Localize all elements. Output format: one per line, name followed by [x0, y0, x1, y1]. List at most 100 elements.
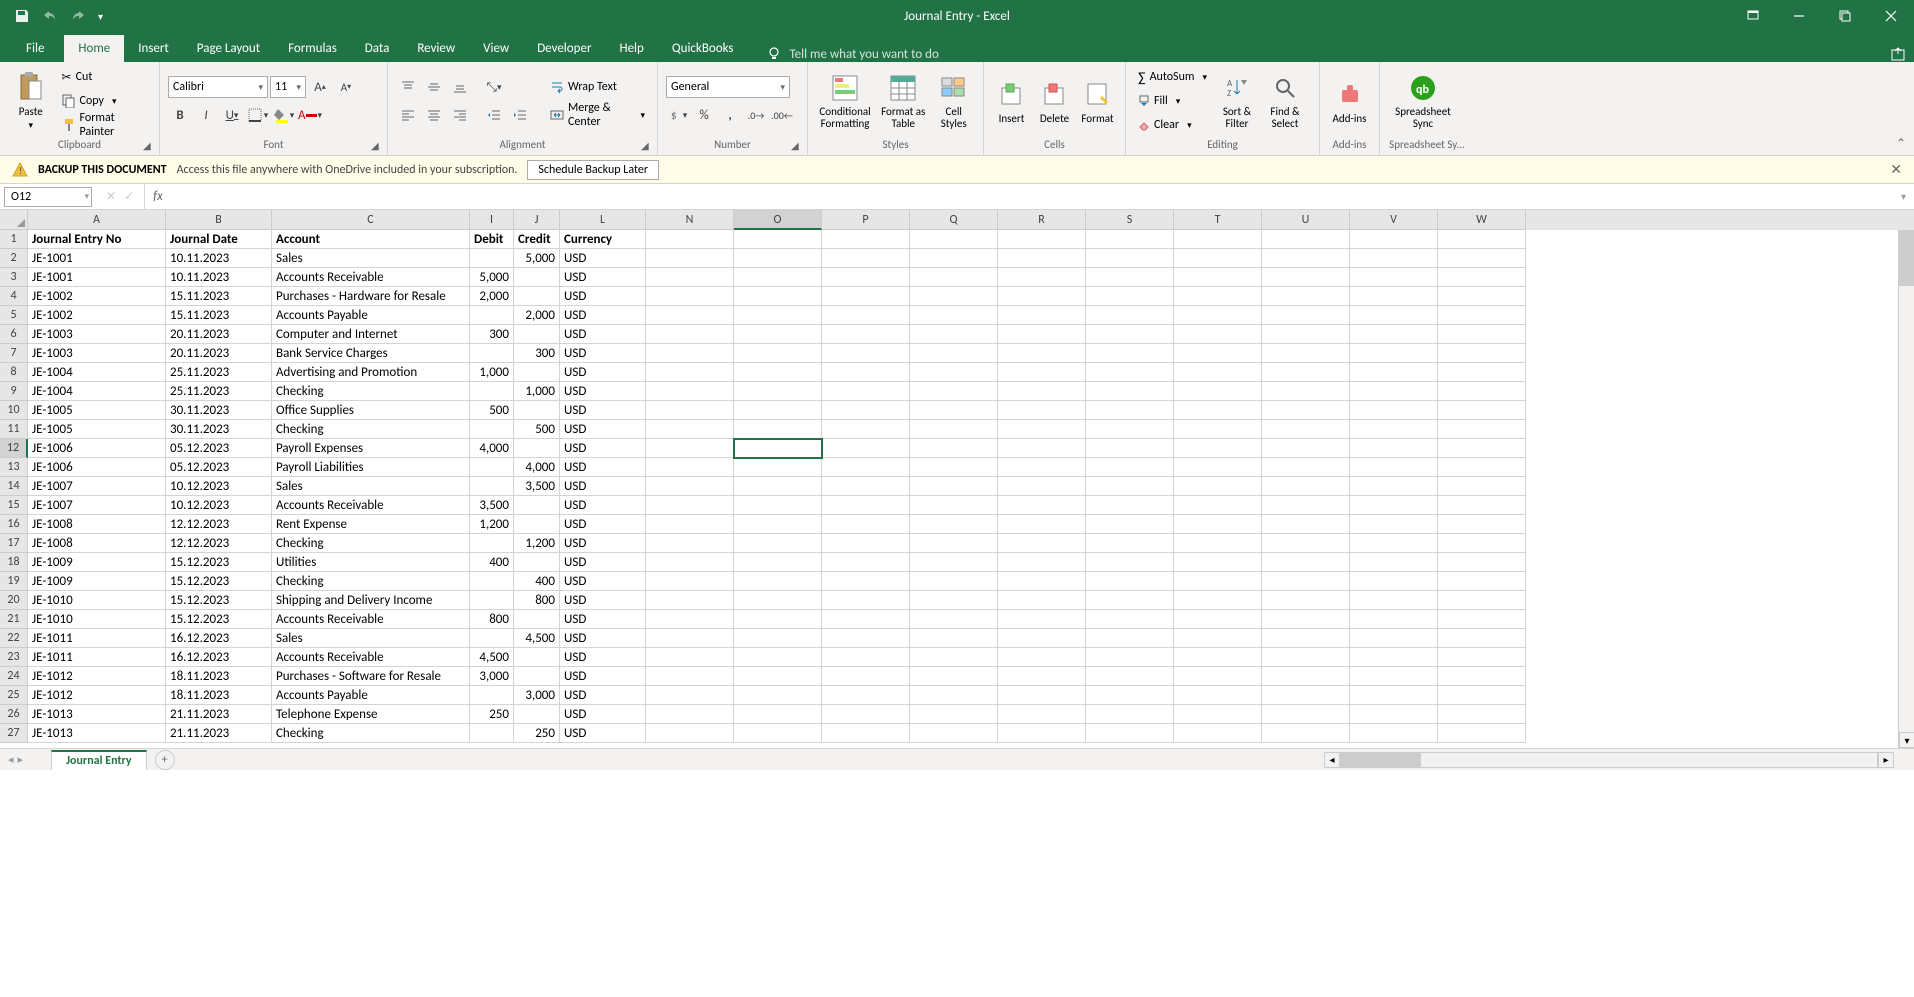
- cell-J13[interactable]: 4,000: [514, 458, 560, 477]
- cell-V9[interactable]: [1350, 382, 1438, 401]
- cell-U27[interactable]: [1262, 724, 1350, 743]
- cell-P22[interactable]: [822, 629, 910, 648]
- sheet-tab-journal-entry[interactable]: Journal Entry: [51, 750, 147, 770]
- cell-W26[interactable]: [1438, 705, 1526, 724]
- align-center-icon[interactable]: [422, 104, 446, 126]
- cell-P6[interactable]: [822, 325, 910, 344]
- cell-B19[interactable]: 15.12.2023: [166, 572, 272, 591]
- cell-A17[interactable]: JE-1008: [28, 534, 166, 553]
- cell-O17[interactable]: [734, 534, 822, 553]
- cell-A6[interactable]: JE-1003: [28, 325, 166, 344]
- horizontal-scrollbar[interactable]: [1340, 752, 1878, 768]
- scroll-left-icon[interactable]: ◂: [1324, 752, 1340, 768]
- cell-U19[interactable]: [1262, 572, 1350, 591]
- tab-view[interactable]: View: [469, 35, 523, 62]
- cell-Q16[interactable]: [910, 515, 998, 534]
- cell-I12[interactable]: 4,000: [470, 439, 514, 458]
- cell-B8[interactable]: 25.11.2023: [166, 363, 272, 382]
- cell-W21[interactable]: [1438, 610, 1526, 629]
- fx-icon[interactable]: fx: [145, 189, 171, 204]
- cell-N5[interactable]: [646, 306, 734, 325]
- cell-Q3[interactable]: [910, 268, 998, 287]
- decrease-font-icon[interactable]: A▾: [334, 76, 358, 98]
- cell-P9[interactable]: [822, 382, 910, 401]
- cell-B22[interactable]: 16.12.2023: [166, 629, 272, 648]
- column-header-V[interactable]: V: [1350, 210, 1438, 230]
- row-header-19[interactable]: 19: [0, 572, 28, 591]
- cell-N27[interactable]: [646, 724, 734, 743]
- comma-icon[interactable]: ,: [718, 104, 742, 126]
- cell-L15[interactable]: USD: [560, 496, 646, 515]
- row-header-11[interactable]: 11: [0, 420, 28, 439]
- cell-Q6[interactable]: [910, 325, 998, 344]
- cell-T4[interactable]: [1174, 287, 1262, 306]
- cell-V1[interactable]: [1350, 230, 1438, 249]
- cell-I19[interactable]: [470, 572, 514, 591]
- row-header-9[interactable]: 9: [0, 382, 28, 401]
- qat-customize-icon[interactable]: ▾: [98, 10, 103, 23]
- cell-U23[interactable]: [1262, 648, 1350, 667]
- cell-N8[interactable]: [646, 363, 734, 382]
- cell-U25[interactable]: [1262, 686, 1350, 705]
- cell-B21[interactable]: 15.12.2023: [166, 610, 272, 629]
- cell-N23[interactable]: [646, 648, 734, 667]
- font-size-combo[interactable]: 11▾: [270, 76, 306, 98]
- cell-U20[interactable]: [1262, 591, 1350, 610]
- cell-A13[interactable]: JE-1006: [28, 458, 166, 477]
- cell-R9[interactable]: [998, 382, 1086, 401]
- cell-W18[interactable]: [1438, 553, 1526, 572]
- cell-U10[interactable]: [1262, 401, 1350, 420]
- cell-J27[interactable]: 250: [514, 724, 560, 743]
- cell-L21[interactable]: USD: [560, 610, 646, 629]
- cell-B16[interactable]: 12.12.2023: [166, 515, 272, 534]
- tab-file[interactable]: File: [6, 35, 64, 62]
- row-header-4[interactable]: 4: [0, 287, 28, 306]
- cell-J12[interactable]: [514, 439, 560, 458]
- cell-V3[interactable]: [1350, 268, 1438, 287]
- cell-O12[interactable]: [734, 439, 822, 458]
- cell-U5[interactable]: [1262, 306, 1350, 325]
- cell-O19[interactable]: [734, 572, 822, 591]
- cell-A5[interactable]: JE-1002: [28, 306, 166, 325]
- cell-A11[interactable]: JE-1005: [28, 420, 166, 439]
- cell-V4[interactable]: [1350, 287, 1438, 306]
- cell-P10[interactable]: [822, 401, 910, 420]
- cell-V23[interactable]: [1350, 648, 1438, 667]
- cell-T5[interactable]: [1174, 306, 1262, 325]
- cell-P24[interactable]: [822, 667, 910, 686]
- spreadsheet-grid[interactable]: ABCIJLNOPQRSTUVW1Journal Entry NoJournal…: [0, 210, 1914, 748]
- merge-center-button[interactable]: Merge & Center▾: [546, 104, 649, 126]
- cell-U22[interactable]: [1262, 629, 1350, 648]
- cell-B12[interactable]: 05.12.2023: [166, 439, 272, 458]
- cell-A19[interactable]: JE-1009: [28, 572, 166, 591]
- cell-A8[interactable]: JE-1004: [28, 363, 166, 382]
- cell-W13[interactable]: [1438, 458, 1526, 477]
- cell-V7[interactable]: [1350, 344, 1438, 363]
- cell-U11[interactable]: [1262, 420, 1350, 439]
- cell-O27[interactable]: [734, 724, 822, 743]
- cell-O14[interactable]: [734, 477, 822, 496]
- wrap-text-button[interactable]: Wrap Text: [546, 76, 649, 98]
- cell-A14[interactable]: JE-1007: [28, 477, 166, 496]
- cell-A4[interactable]: JE-1002: [28, 287, 166, 306]
- tab-home[interactable]: Home: [64, 35, 124, 62]
- cell-Q7[interactable]: [910, 344, 998, 363]
- cell-Q15[interactable]: [910, 496, 998, 515]
- bold-icon[interactable]: B: [168, 104, 192, 126]
- cell-C15[interactable]: Accounts Receivable: [272, 496, 470, 515]
- cell-A22[interactable]: JE-1011: [28, 629, 166, 648]
- number-format-combo[interactable]: General▾: [666, 76, 790, 98]
- copy-button[interactable]: Copy▾: [58, 90, 151, 112]
- cell-Q26[interactable]: [910, 705, 998, 724]
- cell-B3[interactable]: 10.11.2023: [166, 268, 272, 287]
- cell-A3[interactable]: JE-1001: [28, 268, 166, 287]
- cell-R4[interactable]: [998, 287, 1086, 306]
- cell-P7[interactable]: [822, 344, 910, 363]
- tab-formulas[interactable]: Formulas: [274, 35, 351, 62]
- cell-L2[interactable]: USD: [560, 249, 646, 268]
- format-as-table-button[interactable]: Format as Table: [878, 67, 928, 135]
- cell-S22[interactable]: [1086, 629, 1174, 648]
- cell-B13[interactable]: 05.12.2023: [166, 458, 272, 477]
- cell-U16[interactable]: [1262, 515, 1350, 534]
- save-icon[interactable]: [14, 8, 30, 24]
